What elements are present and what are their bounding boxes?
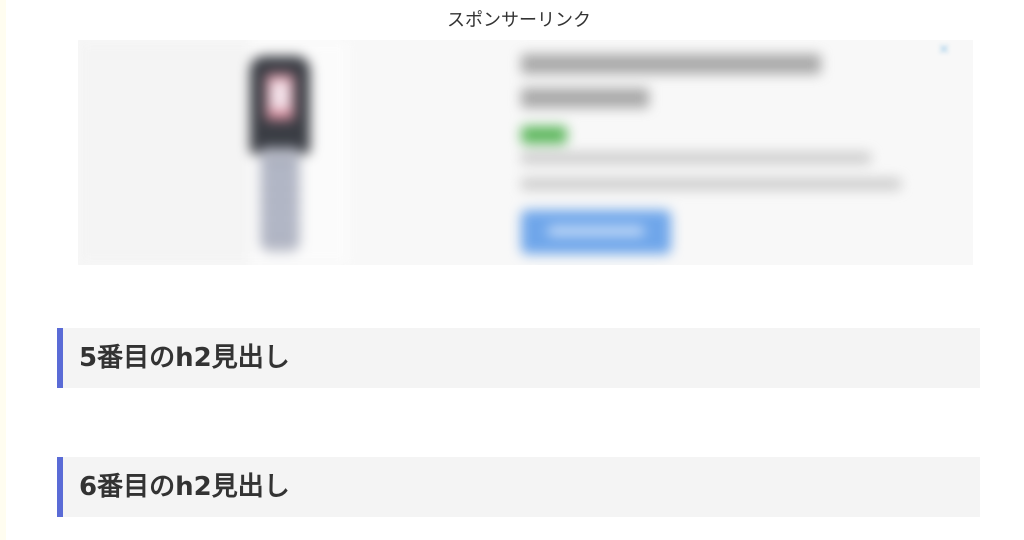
device-keys <box>264 162 296 242</box>
ad-product-image[interactable] <box>250 56 310 256</box>
left-rail <box>0 0 6 540</box>
section-heading-text: 5番目のh2見出し <box>79 343 290 373</box>
ad-title-line-1 <box>521 54 821 74</box>
ad-description-line-1 <box>521 152 871 164</box>
section-heading-5: 5番目のh2見出し <box>57 328 980 388</box>
ad-cta-button-label <box>548 226 644 236</box>
sponsored-ad[interactable]: ✕ <box>78 40 973 265</box>
section-heading-text: 6番目のh2見出し <box>79 472 290 502</box>
ad-title-line-2 <box>521 88 649 108</box>
device-screen-inner <box>270 80 290 110</box>
section-heading-6: 6番目のh2見出し <box>57 457 980 517</box>
sponsor-label: スポンサーリンク <box>447 10 591 31</box>
ad-description-line-2 <box>521 178 901 190</box>
ad-badge <box>521 126 567 144</box>
ad-choices-icon[interactable]: ✕ <box>936 42 952 58</box>
ad-blurred-content <box>78 40 973 265</box>
